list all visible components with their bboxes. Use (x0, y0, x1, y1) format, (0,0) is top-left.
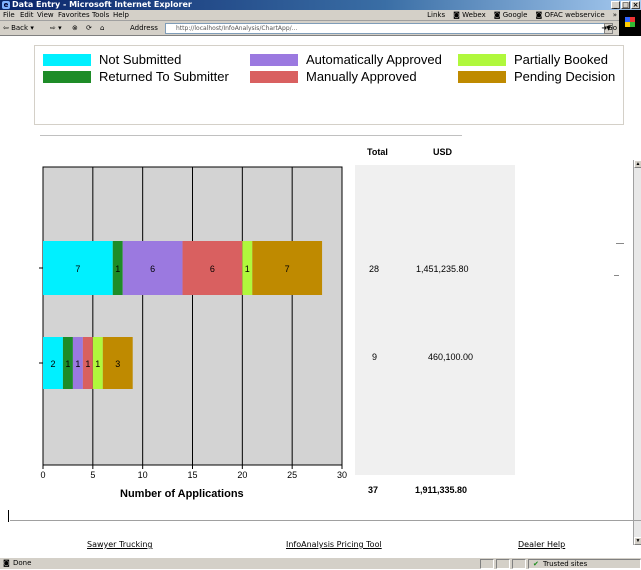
footer-link-pricing-tool[interactable]: InfoAnalysis Pricing Tool (286, 540, 382, 549)
links-more-icon[interactable]: » (613, 10, 617, 21)
link-ofac[interactable]: ◙ OFAC webservice (535, 10, 604, 21)
status-section (512, 559, 526, 569)
divider (40, 135, 462, 136)
status-zone: ✔ Trusted sites (528, 559, 641, 569)
legend-item: Partially Booked (458, 52, 608, 67)
legend-label: Not Submitted (99, 52, 182, 67)
status-text: Done (13, 559, 32, 567)
forward-icon[interactable]: ⇨ ▾ (50, 21, 62, 36)
grand-total: 37 (368, 485, 379, 495)
row-total: 28 (369, 264, 380, 274)
legend-label: Partially Booked (514, 52, 608, 67)
close-button[interactable]: × (631, 1, 640, 9)
menu-bar: File Edit View Favorites Tools Help Link… (0, 10, 641, 21)
usd-column-header: USD (433, 147, 453, 157)
legend-label: Returned To Submitter (99, 69, 229, 84)
maximize-button[interactable]: □ (621, 1, 630, 9)
x-axis-label: Number of Applications (120, 488, 244, 500)
trusted-check-icon: ✔ (533, 560, 539, 568)
row-total: 9 (372, 352, 378, 362)
status-section (496, 559, 510, 569)
status-section (480, 559, 494, 569)
legend-item: Automatically Approved (250, 52, 442, 67)
legend-label: Automatically Approved (306, 52, 442, 67)
links-label: Links (427, 11, 446, 19)
legend-item: Returned To Submitter (43, 69, 229, 84)
back-button[interactable]: ⇦ Back ▾ (3, 21, 34, 36)
row-usd: 1,451,235.80 (416, 264, 469, 274)
refresh-icon[interactable]: ⟳ (86, 21, 92, 36)
scroll-down-icon[interactable]: ▼ (634, 537, 641, 545)
scroll-up-icon[interactable]: ▲ (634, 160, 641, 168)
row-usd: 460,100.00 (428, 352, 474, 362)
minimize-button[interactable]: _ (611, 1, 620, 9)
footer-divider (10, 520, 641, 521)
links-bar: Links ◙ Webex ◙ Google ◙ OFAC webservice… (427, 10, 617, 21)
footer-link-dealer-help[interactable]: Dealer Help (518, 540, 565, 549)
menu-edit[interactable]: Edit (20, 10, 34, 21)
legend-swatch (250, 53, 298, 66)
status-page-icon: ◙ (3, 559, 10, 567)
marker (614, 275, 619, 276)
menu-view[interactable]: View (37, 10, 54, 21)
footer-link-sawyer-trucking[interactable]: Sawyer Trucking (87, 540, 152, 549)
legend-swatch (250, 70, 298, 83)
total-column-header: Total (367, 147, 388, 157)
legend-swatch (43, 70, 91, 83)
link-webex[interactable]: ◙ Webex (453, 10, 486, 21)
marker (616, 243, 624, 244)
home-icon[interactable]: ⌂ (100, 21, 104, 36)
go-button[interactable]: ➜Go (601, 21, 617, 36)
ie-icon: e (2, 1, 10, 9)
link-google[interactable]: ◙ Google (494, 10, 528, 21)
legend-swatch (458, 53, 506, 66)
toolbar: ⇦ Back ▾ ⇨ ▾ ⊗ ⟳ ⌂ Address http://localh… (0, 21, 619, 36)
menu-tools[interactable]: Tools (92, 10, 109, 21)
title-bar: e Data Entry - Microsoft Internet Explor… (0, 0, 641, 10)
legend-swatch (43, 53, 91, 66)
address-input[interactable]: http://localhost/InfoAnalysis/ChartApp/.… (165, 23, 605, 34)
menu-file[interactable]: File (3, 10, 15, 21)
chart-legend: Not Submitted Automatically Approved Par… (34, 45, 624, 125)
vertical-scrollbar[interactable]: ▲ ▼ (633, 160, 641, 545)
legend-swatch (458, 70, 506, 83)
windows-logo-icon (619, 10, 641, 36)
legend-label: Manually Approved (306, 69, 417, 84)
window-title: Data Entry - Microsoft Internet Explorer (12, 0, 192, 9)
frame-edge (8, 510, 9, 522)
totals-panel (355, 165, 515, 475)
browser-window: e Data Entry - Microsoft Internet Explor… (0, 0, 641, 569)
grand-total-usd: 1,911,335.80 (415, 485, 468, 495)
legend-label: Pending Decision (514, 69, 616, 84)
legend-item: Manually Approved (250, 69, 417, 84)
status-zone-text: Trusted sites (543, 560, 588, 568)
address-label: Address (130, 24, 158, 32)
stop-icon[interactable]: ⊗ (72, 21, 78, 36)
status-bar: ◙ Done ✔ Trusted sites (0, 557, 641, 569)
legend-item: Not Submitted (43, 52, 181, 67)
legend-item: Pending Decision (458, 69, 615, 84)
menu-favorites[interactable]: Favorites (58, 10, 90, 21)
menu-help[interactable]: Help (113, 10, 129, 21)
